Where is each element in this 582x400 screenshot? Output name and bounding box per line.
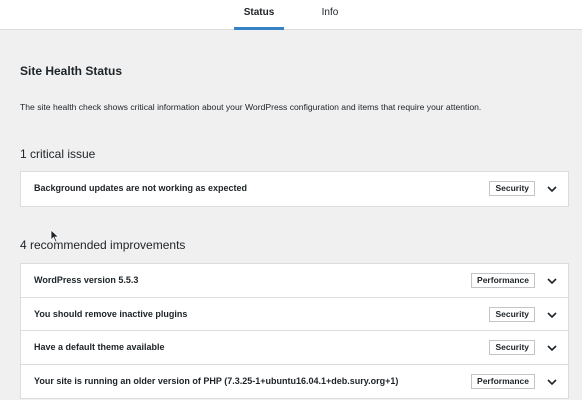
tab-bar: Status Info — [0, 0, 582, 30]
improvement-label: You should remove inactive plugins — [34, 308, 188, 319]
chevron-down-icon[interactable] — [546, 309, 558, 321]
improvement-label: Have a default theme available — [34, 342, 165, 352]
chevron-down-icon[interactable] — [546, 275, 558, 287]
improvement-row-default-theme[interactable]: Have a default theme available Security — [21, 331, 568, 365]
issue-row-background-updates[interactable]: Background updates are not working as ex… — [21, 172, 568, 206]
category-badge: Security — [489, 306, 535, 322]
issue-label: Background updates are not working as ex… — [34, 183, 248, 193]
improvement-row-php-version[interactable]: Your site is running an older version of… — [21, 365, 568, 399]
category-badge: Security — [489, 181, 535, 196]
tab-info[interactable]: Info — [308, 0, 352, 30]
recommended-improvements-panel: WordPress version 5.5.3 Performance You … — [20, 263, 569, 399]
improvement-row-wordpress-version[interactable]: WordPress version 5.5.3 Performance — [21, 264, 568, 298]
chevron-down-icon[interactable] — [546, 376, 558, 388]
tab-status[interactable]: Status — [234, 0, 284, 30]
critical-issues-panel: Background updates are not working as ex… — [20, 171, 569, 207]
chevron-down-icon[interactable] — [546, 183, 558, 195]
improvement-row-inactive-plugins[interactable]: You should remove inactive plugins Secur… — [21, 298, 568, 331]
intro-text: The site health check shows critical inf… — [20, 102, 482, 112]
improvement-label: Your site is running an older version of… — [34, 375, 399, 386]
improvement-label: WordPress version 5.5.3 — [34, 275, 139, 285]
critical-issues-title: 1 critical issue — [20, 147, 96, 161]
category-badge: Security — [489, 340, 535, 355]
page-title: Site Health Status — [20, 64, 123, 78]
recommended-improvements-title: 4 recommended improvements — [20, 238, 186, 252]
category-badge: Performance — [471, 273, 535, 288]
category-badge: Performance — [471, 373, 535, 389]
mouse-cursor-icon — [50, 229, 60, 243]
chevron-down-icon[interactable] — [546, 342, 558, 354]
